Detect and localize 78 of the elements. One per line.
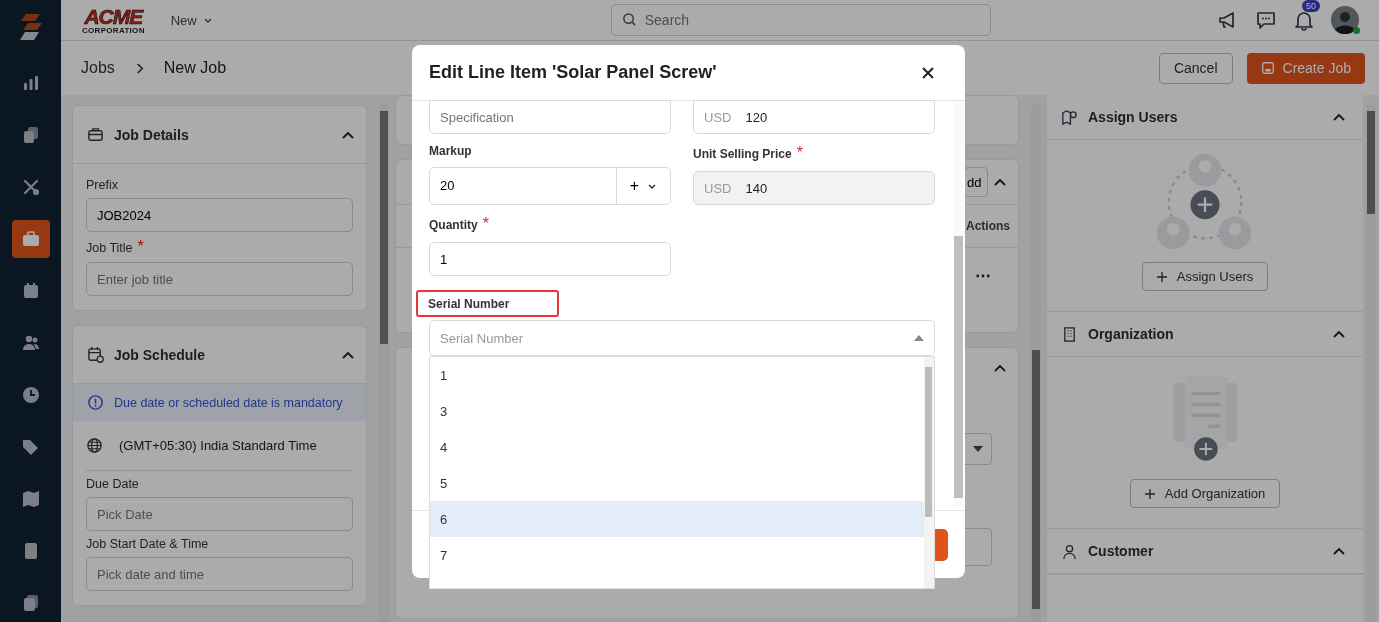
new-menu[interactable]: New xyxy=(164,11,219,29)
save-icon xyxy=(1260,61,1275,75)
assign-users-button[interactable]: Assign Users xyxy=(1141,262,1269,291)
option-item[interactable]: 1 xyxy=(430,357,924,393)
breadcrumb-link[interactable]: Jobs xyxy=(81,59,115,77)
field-label: Prefix xyxy=(86,178,118,192)
scrollbar[interactable] xyxy=(924,357,934,588)
field-label: Job Start Date & Time xyxy=(86,537,209,551)
scrollbar[interactable] xyxy=(1031,105,1041,622)
field-label: Due Date xyxy=(86,477,139,491)
user-icon xyxy=(1061,542,1078,560)
more-icon[interactable] xyxy=(976,274,991,278)
section-title: Job Details xyxy=(114,126,190,143)
chevron-icon[interactable] xyxy=(342,130,354,139)
text-field[interactable]: 1 xyxy=(429,242,671,276)
timezone-text: (GMT+05:30) India Standard Time xyxy=(119,438,317,453)
plus-icon xyxy=(1144,488,1155,499)
chevron-icon[interactable] xyxy=(1333,330,1345,338)
operator-select[interactable]: + xyxy=(616,168,670,204)
add-organization-button[interactable]: Add Organization xyxy=(1129,479,1281,508)
globe-icon xyxy=(86,437,103,454)
cancel-button[interactable]: Cancel xyxy=(1158,52,1233,84)
info-icon xyxy=(87,394,104,411)
bell-icon[interactable] xyxy=(1293,9,1315,31)
briefcase-icon xyxy=(87,126,104,143)
scrollbar[interactable] xyxy=(954,101,963,506)
close-icon[interactable] xyxy=(922,66,934,79)
chevron-down-icon xyxy=(647,181,658,191)
section-title: Organization xyxy=(1088,326,1175,342)
search-icon xyxy=(621,12,637,27)
building-icon xyxy=(1061,325,1078,343)
section-title: Customer xyxy=(1088,543,1155,559)
text-field[interactable]: Enter job title xyxy=(86,262,353,296)
chevron-icon[interactable] xyxy=(994,364,1007,372)
option-item[interactable]: 5 xyxy=(430,465,924,501)
column-header: Actions xyxy=(966,219,1011,233)
caret-icon xyxy=(973,446,984,452)
plus-icon xyxy=(1156,271,1167,282)
field-label: Quantity xyxy=(429,218,478,232)
brand-logo[interactable]: ACME CORPORATION xyxy=(82,5,145,35)
chevron-icon[interactable] xyxy=(994,178,1007,186)
field-label: Unit Selling Price xyxy=(693,147,792,161)
dialog-title: Edit Line Item 'Solar Panel Screw' xyxy=(429,62,717,83)
scrollbar[interactable] xyxy=(379,105,389,622)
page-title: New Job xyxy=(163,59,227,77)
required-mark: * xyxy=(482,215,489,233)
map-pin-icon xyxy=(1061,108,1078,126)
chat-icon[interactable] xyxy=(1255,9,1277,31)
add-button[interactable]: dd xyxy=(964,167,989,197)
date-field[interactable]: Pick Date xyxy=(86,497,353,531)
section-title: Assign Users xyxy=(1088,109,1179,125)
field-label: Serial Number xyxy=(416,290,560,317)
price-field[interactable]: USD 120 xyxy=(693,100,935,134)
required-mark: * xyxy=(137,238,144,256)
required-mark: * xyxy=(796,144,803,162)
field-label: Markup xyxy=(429,144,472,158)
scrollbar[interactable] xyxy=(1366,105,1376,622)
notification-count: 50 xyxy=(1302,0,1320,12)
briefcase-icon[interactable] xyxy=(11,220,50,258)
calendar-clock-icon xyxy=(87,346,104,363)
search-field[interactable]: Search xyxy=(610,4,991,36)
option-item[interactable]: 7 xyxy=(430,537,924,573)
caret-icon xyxy=(914,335,924,341)
option-item[interactable]: 4 xyxy=(430,429,924,465)
notice-text: Due date or scheduled date is mandatory xyxy=(114,395,343,410)
text-field[interactable]: JOB2024 xyxy=(86,198,353,232)
chevron-icon[interactable] xyxy=(1333,113,1345,121)
chevron-right-icon xyxy=(134,61,144,75)
field-label: Job Title xyxy=(86,241,133,255)
date-field[interactable]: Pick date and time xyxy=(86,557,353,591)
markup-input-group[interactable]: 20 + xyxy=(429,167,671,205)
option-item[interactable]: 6 xyxy=(430,501,924,537)
text-field[interactable]: Specification xyxy=(429,100,671,134)
option-item[interactable]: 3 xyxy=(430,393,924,429)
section-title: Job Schedule xyxy=(114,346,207,363)
chevron-icon[interactable] xyxy=(1333,547,1345,555)
chevron-icon[interactable] xyxy=(342,350,354,359)
avatar[interactable] xyxy=(1331,6,1359,34)
